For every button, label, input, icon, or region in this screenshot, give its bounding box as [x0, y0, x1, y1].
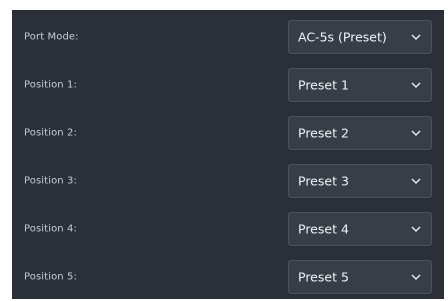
chevron-down-icon: [411, 34, 421, 40]
position-1-value: Preset 1: [298, 77, 349, 93]
port-mode-row: Port Mode: AC-5s (Preset): [12, 13, 444, 61]
position-1-select[interactable]: Preset 1: [288, 68, 432, 102]
position-3-value: Preset 3: [298, 173, 349, 189]
position-3-select[interactable]: Preset 3: [288, 164, 432, 198]
position-3-label: Position 3:: [24, 175, 77, 187]
position-4-label: Position 4:: [24, 223, 77, 235]
chevron-down-icon: [411, 274, 421, 280]
position-2-value: Preset 2: [298, 125, 349, 141]
position-4-select[interactable]: Preset 4: [288, 212, 432, 246]
position-5-label: Position 5:: [24, 271, 77, 283]
position-2-label: Position 2:: [24, 127, 77, 139]
position-1-label: Position 1:: [24, 79, 77, 91]
port-mode-value: AC-5s (Preset): [298, 29, 387, 45]
chevron-down-icon: [411, 82, 421, 88]
chevron-down-icon: [411, 226, 421, 232]
port-settings-panel: Port Mode: AC-5s (Preset) Position 1: Pr…: [12, 10, 444, 299]
position-2-row: Position 2: Preset 2: [12, 109, 444, 157]
position-5-value: Preset 5: [298, 269, 349, 285]
position-1-row: Position 1: Preset 1: [12, 61, 444, 109]
port-mode-select[interactable]: AC-5s (Preset): [288, 20, 432, 54]
port-mode-label: Port Mode:: [24, 31, 79, 43]
position-2-select[interactable]: Preset 2: [288, 116, 432, 150]
position-4-value: Preset 4: [298, 221, 349, 237]
chevron-down-icon: [411, 130, 421, 136]
position-5-select[interactable]: Preset 5: [288, 260, 432, 294]
position-5-row: Position 5: Preset 5: [12, 253, 444, 301]
position-4-row: Position 4: Preset 4: [12, 205, 444, 253]
chevron-down-icon: [411, 178, 421, 184]
position-3-row: Position 3: Preset 3: [12, 157, 444, 205]
